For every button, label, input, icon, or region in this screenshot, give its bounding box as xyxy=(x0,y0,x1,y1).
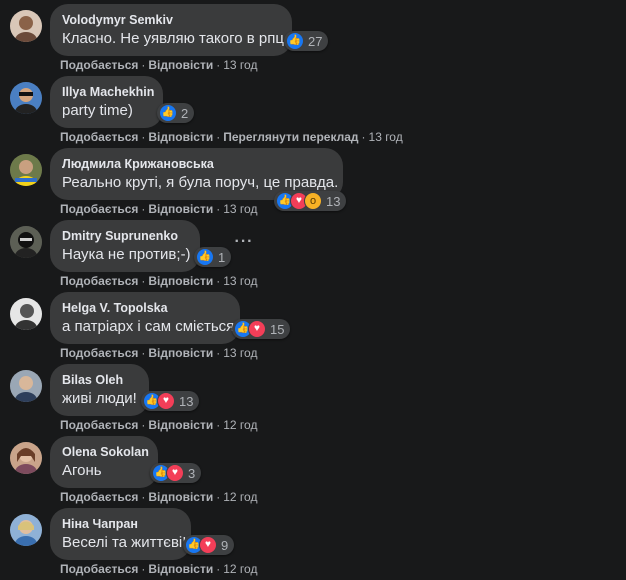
avatar[interactable] xyxy=(10,82,42,114)
heart-icon: ♥ xyxy=(199,536,217,554)
reaction-summary[interactable]: 👍 27 xyxy=(284,31,329,51)
reaction-count: 2 xyxy=(181,105,189,121)
reply-action[interactable]: Відповісти xyxy=(148,418,213,432)
reaction-count: 27 xyxy=(308,33,323,49)
avatar[interactable] xyxy=(10,370,42,402)
comment-text: Наука не против;-) xyxy=(62,246,191,263)
comment: Helga V. Topolska а патріарх і сам смієт… xyxy=(0,292,626,364)
heart-icon: ♥ xyxy=(166,464,184,482)
comment-time[interactable]: 13 год xyxy=(223,346,257,360)
comment-time[interactable]: 12 год xyxy=(223,562,257,576)
comment-bubble: Dmitry Suprunenko Наука не против;-) xyxy=(50,220,200,272)
comment: Bilas Oleh живі люди! 👍 ♥ 13 Подобається… xyxy=(0,364,626,436)
reaction-count: 1 xyxy=(218,249,226,265)
comment-author[interactable]: Olena Sokolan xyxy=(62,444,149,460)
reply-action[interactable]: Відповісти xyxy=(148,562,213,576)
reply-action[interactable]: Відповісти xyxy=(148,130,213,144)
avatar[interactable] xyxy=(10,442,42,474)
like-action[interactable]: Подобається xyxy=(60,274,138,288)
reaction-summary[interactable]: 👍 ♥ 15 xyxy=(232,319,291,339)
comment-text: а патріарх і сам сміється xyxy=(62,318,235,335)
comment-author[interactable]: Helga V. Topolska xyxy=(62,300,228,316)
reaction-summary[interactable]: 👍 ♥ 9 xyxy=(183,535,235,555)
avatar[interactable] xyxy=(10,514,42,546)
like-action[interactable]: Подобається xyxy=(60,202,138,216)
like-action[interactable]: Подобається xyxy=(60,130,138,144)
comment-bubble: Olena Sokolan Агонь xyxy=(50,436,158,488)
comment-text: Веселі та життєві! xyxy=(62,534,187,551)
thumbs-up-icon: 👍 xyxy=(159,104,177,122)
comment: Volodymyr Semkiv Класно. Не уявляю таког… xyxy=(0,4,626,76)
reply-action[interactable]: Відповісти xyxy=(148,202,213,216)
comment: Людмила Крижановська Реально круті, я бу… xyxy=(0,148,626,220)
comment-bubble: Ніна Чапран Веселі та життєві! xyxy=(50,508,191,560)
comment-time[interactable]: 13 год xyxy=(369,130,403,144)
comment-time[interactable]: 12 год xyxy=(223,490,257,504)
reaction-count: 3 xyxy=(188,465,196,481)
like-action[interactable]: Подобається xyxy=(60,562,138,576)
comment: Dmitry Suprunenko Наука не против;-) 👍 1… xyxy=(0,220,626,292)
comment-actions: Подобається · Відповісти · 13 год xyxy=(60,274,258,288)
comment-actions: Подобається · Відповісти · 13 год xyxy=(60,346,258,360)
comment-time[interactable]: 13 год xyxy=(223,58,257,72)
comment-bubble: Bilas Oleh живі люди! xyxy=(50,364,149,416)
see-translation-action[interactable]: Переглянути переклад xyxy=(223,130,358,144)
reaction-summary[interactable]: 👍 ♥ 3 xyxy=(150,463,202,483)
comment: Illya Machekhin party time) 👍 2 Подобаєт… xyxy=(0,76,626,148)
like-action[interactable]: Подобається xyxy=(60,418,138,432)
comment-author[interactable]: Ніна Чапран xyxy=(62,516,179,532)
reaction-count: 13 xyxy=(326,193,341,209)
comment-actions: Подобається · Відповісти · 12 год xyxy=(60,418,258,432)
comment-actions: Подобається · Відповісти · Переглянути перек… xyxy=(60,130,403,144)
heart-icon: ♥ xyxy=(157,392,175,410)
comment-author[interactable]: Bilas Oleh xyxy=(62,372,137,388)
reply-action[interactable]: Відповісти xyxy=(148,274,213,288)
comment-actions: Подобається · Відповісти · 13 год xyxy=(60,202,258,216)
reaction-count: 13 xyxy=(179,393,194,409)
heart-icon: ♥ xyxy=(248,320,266,338)
reaction-summary[interactable]: 👍 ♥ 13 xyxy=(141,391,200,411)
comment-author[interactable]: Dmitry Suprunenko xyxy=(62,228,188,244)
comment-text: живі люди! xyxy=(62,390,137,407)
comment-actions: Подобається · Відповісти · 13 год xyxy=(60,58,258,72)
avatar[interactable] xyxy=(10,298,42,330)
comment-bubble: Helga V. Topolska а патріарх і сам смієт… xyxy=(50,292,240,344)
thumbs-up-icon: 👍 xyxy=(286,32,304,50)
comment-actions: Подобається · Відповісти · 12 год xyxy=(60,490,258,504)
comment-bubble: Volodymyr Semkiv Класно. Не уявляю таког… xyxy=(50,4,292,56)
reply-action[interactable]: Відповісти xyxy=(148,490,213,504)
comment-author[interactable]: Людмила Крижановська xyxy=(62,156,331,172)
reaction-summary[interactable]: 👍 1 xyxy=(194,247,232,267)
reaction-count: 15 xyxy=(270,321,285,337)
comment-bubble: Illya Machekhin party time) xyxy=(50,76,163,128)
comment: Ніна Чапран Веселі та життєві! 👍 ♥ 9 Под… xyxy=(0,508,626,580)
avatar[interactable] xyxy=(10,154,42,186)
more-options-icon[interactable]: ··· xyxy=(230,228,258,256)
comment-actions: Подобається · Відповісти · 12 год xyxy=(60,562,258,576)
comment-author[interactable]: Volodymyr Semkiv xyxy=(62,12,280,28)
comment-author[interactable]: Illya Machekhin xyxy=(62,84,154,100)
comment: Olena Sokolan Агонь 👍 ♥ 3 Подобається · Ві… xyxy=(0,436,626,508)
wow-icon: o xyxy=(304,192,322,210)
like-action[interactable]: Подобається xyxy=(60,490,138,504)
comment-time[interactable]: 13 год xyxy=(223,274,257,288)
comment-text: party time) xyxy=(62,102,133,119)
avatar[interactable] xyxy=(10,226,42,258)
avatar[interactable] xyxy=(10,10,42,42)
reaction-summary[interactable]: 👍 ♥ o 13 xyxy=(274,191,347,211)
thumbs-up-icon: 👍 xyxy=(196,248,214,266)
comment-text: Реально круті, я була поруч, це правда. xyxy=(62,174,339,191)
like-action[interactable]: Подобається xyxy=(60,346,138,360)
comment-time[interactable]: 12 год xyxy=(223,418,257,432)
reply-action[interactable]: Відповісти xyxy=(148,58,213,72)
reaction-count: 9 xyxy=(221,537,229,553)
reaction-summary[interactable]: 👍 2 xyxy=(157,103,195,123)
reply-action[interactable]: Відповісти xyxy=(148,346,213,360)
comment-text: Класно. Не уявляю такого в рпц xyxy=(62,30,284,47)
comment-time[interactable]: 13 год xyxy=(223,202,257,216)
comment-text: Агонь xyxy=(62,462,102,479)
like-action[interactable]: Подобається xyxy=(60,58,138,72)
